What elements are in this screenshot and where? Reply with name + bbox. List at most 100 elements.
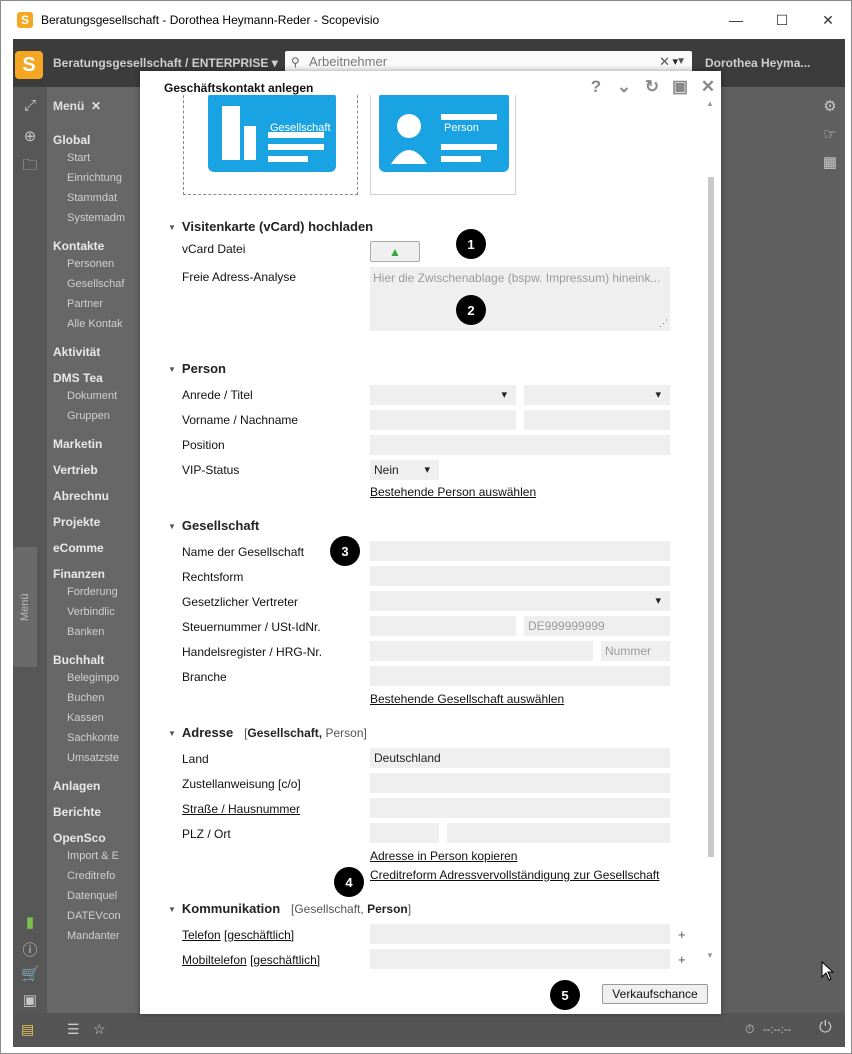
refresh-icon[interactable]: ↻ xyxy=(643,77,661,97)
menu-item[interactable]: Umsatzste xyxy=(67,752,119,764)
menu-item[interactable]: Personen xyxy=(67,258,114,270)
representative-select[interactable] xyxy=(370,591,670,611)
stopwatch-icon[interactable]: ⏱ xyxy=(745,1022,754,1037)
last-name-input[interactable] xyxy=(524,410,670,430)
user-name[interactable]: Dorothea Heyma... xyxy=(705,56,810,70)
menu-item[interactable]: Banken xyxy=(67,626,104,638)
mobile-input[interactable] xyxy=(370,949,670,969)
menu-group[interactable]: Finanzen xyxy=(53,567,105,581)
gear-icon[interactable]: ⚙ xyxy=(821,97,839,115)
phone-label-link[interactable]: Telefon xyxy=(182,928,221,942)
phone-input[interactable] xyxy=(370,924,670,944)
menu-item[interactable]: Belegimpo xyxy=(67,672,119,684)
building-icon[interactable]: ▦ xyxy=(821,153,839,171)
copy-address-to-person-link[interactable]: Adresse in Person kopieren xyxy=(370,849,517,863)
menu-item[interactable]: Import & E xyxy=(67,850,119,862)
menu-item[interactable]: Forderung xyxy=(67,586,118,598)
close-dialog-icon[interactable]: ✕ xyxy=(699,77,717,97)
address-analysis-textarea[interactable]: Hier die Zwischenablage (bspw. Impressum… xyxy=(370,267,670,331)
add-circle-icon[interactable]: ⊕ xyxy=(21,127,39,145)
register-number-input[interactable]: Nummer xyxy=(601,641,670,661)
menu-item[interactable]: Gesellschaf xyxy=(67,278,124,290)
power-icon[interactable]: ⏻ xyxy=(819,1019,832,1037)
comm-scope-person[interactable]: Person xyxy=(367,902,408,916)
vcard-upload-button[interactable]: ▲ xyxy=(370,241,420,262)
clear-search-icon[interactable]: ✕ xyxy=(659,51,670,73)
zip-input[interactable] xyxy=(370,823,439,843)
company-type-card[interactable]: Gesellschaft xyxy=(183,95,358,195)
scopevisio-logo[interactable]: S xyxy=(15,51,43,79)
scroll-thumb[interactable] xyxy=(708,177,714,857)
menu-item[interactable]: Einrichtung xyxy=(67,172,122,184)
person-type-card[interactable]: Person xyxy=(370,95,516,195)
section-company[interactable]: ▼ Gesellschaft xyxy=(168,518,259,533)
list-icon[interactable]: ☰ xyxy=(67,1021,80,1038)
register-court-input[interactable] xyxy=(370,641,593,661)
menu-item[interactable]: Partner xyxy=(67,298,103,310)
menu-group[interactable]: eComme xyxy=(53,541,104,555)
menu-group[interactable]: DMS Tea xyxy=(53,371,103,385)
mobile-type-link[interactable]: [geschäftlich] xyxy=(250,953,320,967)
menu-group[interactable]: Abrechnu xyxy=(53,489,109,503)
menu-side-tab[interactable]: Menü xyxy=(13,547,37,667)
save-icon[interactable]: ▣ xyxy=(671,77,689,97)
section-address[interactable]: ▼ Adresse [Gesellschaft, Person] xyxy=(168,725,367,740)
menu-group[interactable]: Global xyxy=(53,133,90,147)
comm-scope-company[interactable]: Gesellschaft, xyxy=(294,902,363,916)
menu-item[interactable]: Datenquel xyxy=(67,890,117,902)
menu-item[interactable]: Creditrefo xyxy=(67,870,115,882)
menu-item[interactable]: Gruppen xyxy=(67,410,110,422)
legal-form-input[interactable] xyxy=(370,566,670,586)
delivery-note-input[interactable] xyxy=(370,773,670,793)
first-name-input[interactable] xyxy=(370,410,516,430)
collapse-icon[interactable]: ⌄ xyxy=(615,77,633,97)
phone-type-link[interactable]: [geschäftlich] xyxy=(224,928,294,942)
section-vcard[interactable]: ▼ Visitenkarte (vCard) hochladen xyxy=(168,219,373,234)
street-label-link[interactable]: Straße / Hausnummer xyxy=(182,802,300,816)
creditreform-link[interactable]: Creditreform Adressvervollständigung zur… xyxy=(370,868,659,882)
company-name-input[interactable] xyxy=(370,541,670,561)
tax-number-input[interactable] xyxy=(370,616,516,636)
vat-id-input[interactable]: DE999999999 xyxy=(524,616,670,636)
address-scope-company[interactable]: Gesellschaft, xyxy=(247,726,322,740)
select-existing-person-link[interactable]: Bestehende Person auswählen xyxy=(370,485,536,499)
menu-item[interactable]: DATEVcon xyxy=(67,910,121,922)
stats-icon[interactable]: ▮ xyxy=(21,913,39,931)
city-input[interactable] xyxy=(447,823,670,843)
menu-group[interactable]: Aktivität xyxy=(53,345,100,359)
industry-input[interactable] xyxy=(370,666,670,686)
vip-select[interactable]: Nein xyxy=(370,460,439,480)
cart-icon[interactable]: 🛒 xyxy=(21,965,40,983)
menu-item[interactable]: Verbindlic xyxy=(67,606,115,618)
menu-group[interactable]: Berichte xyxy=(53,805,101,819)
close-window-button[interactable]: ✕ xyxy=(805,1,851,39)
title-select[interactable] xyxy=(524,385,670,405)
menu-group[interactable]: Projekte xyxy=(53,515,100,529)
menu-item[interactable]: Dokument xyxy=(67,390,117,402)
menu-group[interactable]: Vertrieb xyxy=(53,463,98,477)
menu-group[interactable]: Marketin xyxy=(53,437,102,451)
menu-item[interactable]: Kassen xyxy=(67,712,104,724)
menu-group[interactable]: Anlagen xyxy=(53,779,100,793)
menu-item[interactable]: Mandanter xyxy=(67,930,120,942)
star-icon[interactable]: ☆ xyxy=(93,1021,106,1038)
menu-item[interactable]: Sachkonte xyxy=(67,732,119,744)
select-existing-company-link[interactable]: Bestehende Gesellschaft auswählen xyxy=(370,692,564,706)
section-communication[interactable]: ▼ Kommunikation [Gesellschaft, Person] xyxy=(168,901,411,916)
scroll-up-icon[interactable]: ▲ xyxy=(706,99,714,108)
section-person[interactable]: ▼ Person xyxy=(168,361,226,376)
menu-item[interactable]: Buchen xyxy=(67,692,104,704)
menu-item[interactable]: Start xyxy=(67,152,90,164)
hand-icon[interactable]: ☞ xyxy=(821,125,839,143)
resize-grip-icon[interactable]: ⋰ xyxy=(659,318,668,329)
dialog-scrollbar[interactable]: ▲ ▼ xyxy=(706,99,716,969)
scroll-down-icon[interactable]: ▼ xyxy=(706,951,714,960)
menu-item[interactable]: Systemadm xyxy=(67,212,125,224)
expand-icon[interactable]: ⤢ xyxy=(21,97,39,115)
menu-group[interactable]: Buchhalt xyxy=(53,653,104,667)
info-icon[interactable]: ⓘ xyxy=(21,939,39,959)
menu-item[interactable]: Stammdat xyxy=(67,192,117,204)
company-selector[interactable]: Beratungsgesellschaft / ENTERPRISE ▾ xyxy=(53,56,278,70)
help-icon[interactable]: ? xyxy=(587,77,605,97)
street-input[interactable] xyxy=(370,798,670,818)
